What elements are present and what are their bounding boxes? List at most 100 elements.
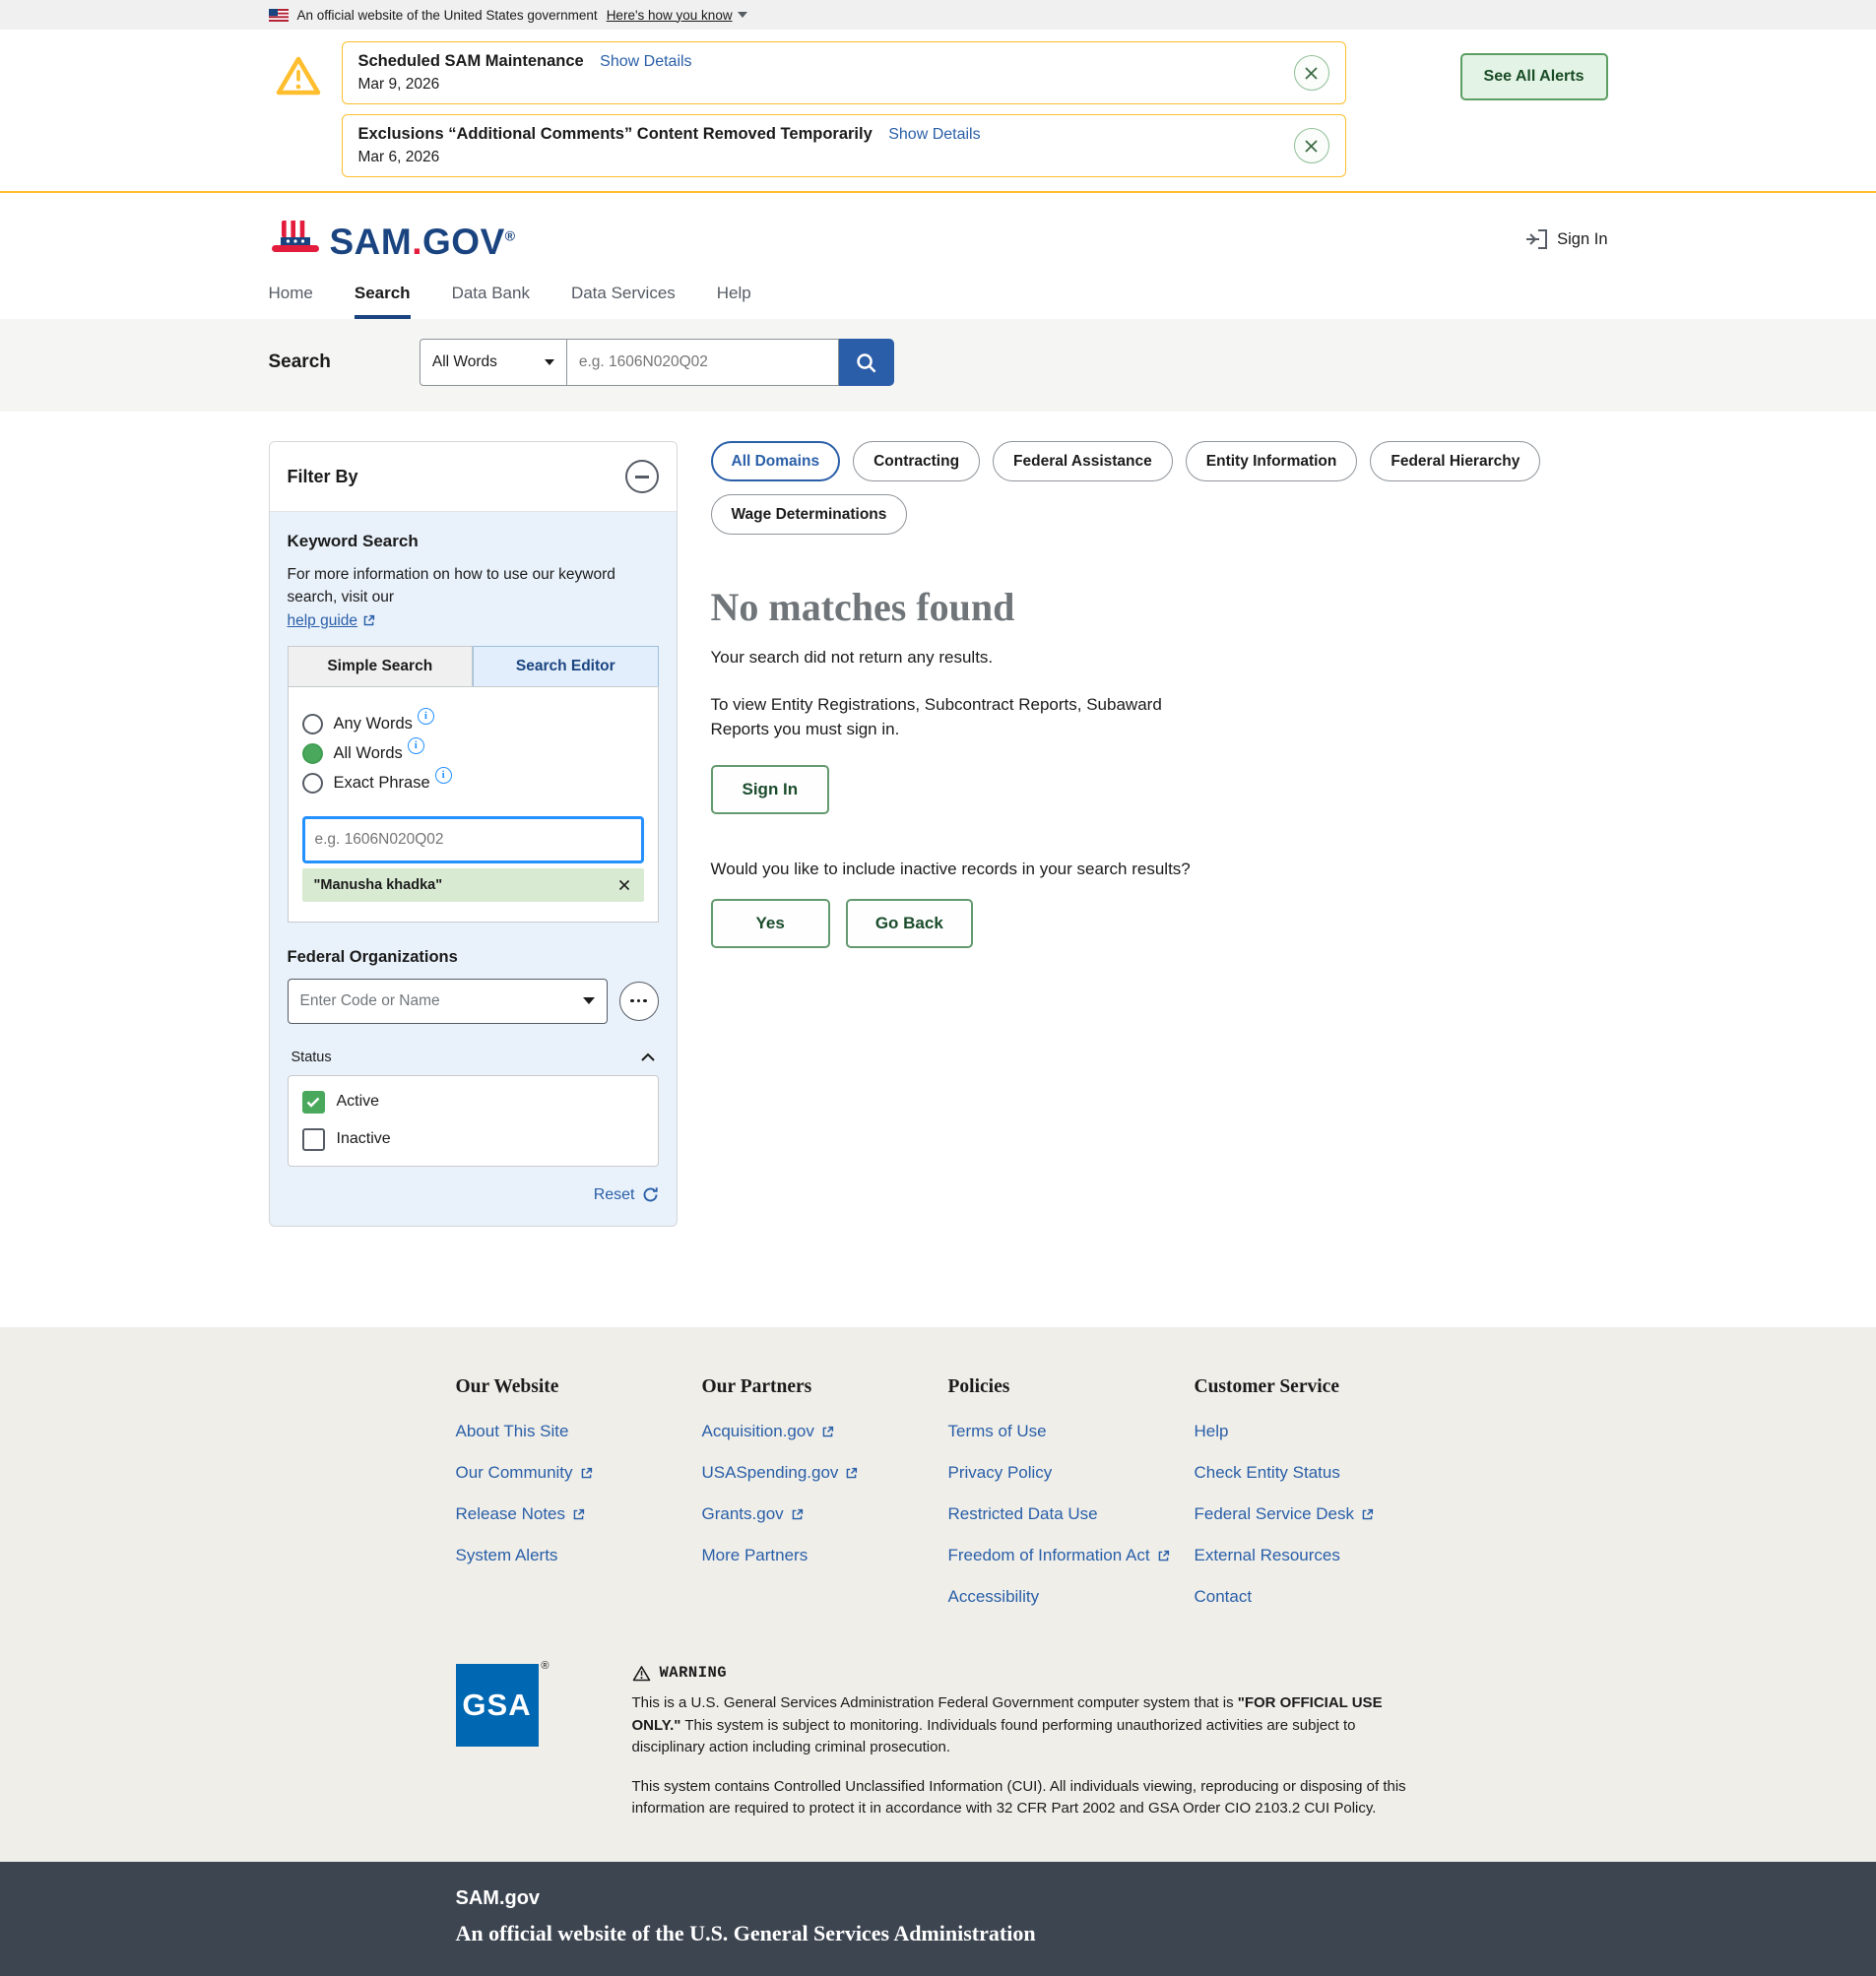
pill-federal-hierarchy[interactable]: Federal Hierarchy — [1370, 441, 1540, 481]
footer-link-release-notes[interactable]: Release Notes — [456, 1504, 702, 1524]
nav-item-data-services[interactable]: Data Services — [571, 284, 676, 319]
main-content: Filter By Keyword Search For more inform… — [269, 412, 1608, 1327]
chevron-down-icon — [583, 997, 595, 1004]
show-details-link[interactable]: Show Details — [888, 126, 980, 143]
sign-in-icon — [1524, 228, 1548, 250]
yes-button[interactable]: Yes — [711, 899, 830, 948]
help-guide-label: help guide — [288, 612, 358, 630]
checkbox-active-label: Active — [337, 1093, 380, 1111]
footer-link-grants-gov[interactable]: Grants.gov — [702, 1504, 948, 1524]
alert-content: Exclusions “Additional Comments” Content… — [358, 125, 981, 166]
alert-title: Exclusions “Additional Comments” Content… — [358, 125, 873, 143]
sam-gov-logo[interactable]: SAM.GOV® — [269, 219, 516, 260]
alert-date: Mar 9, 2026 — [358, 76, 692, 94]
radio-exact-phrase[interactable] — [302, 773, 323, 794]
info-icon[interactable] — [408, 737, 424, 754]
status-accordion-header[interactable]: Status — [288, 1044, 659, 1075]
external-link-icon — [1361, 1508, 1374, 1521]
tab-simple-search[interactable]: Simple Search — [288, 646, 474, 686]
footer-link-our-community[interactable]: Our Community — [456, 1463, 702, 1483]
logo-wordmark: SAM.GOV® — [330, 223, 516, 260]
nav-item-data-bank[interactable]: Data Bank — [452, 284, 530, 319]
pill-federal-assistance[interactable]: Federal Assistance — [993, 441, 1173, 481]
close-icon — [618, 879, 630, 891]
warning-paragraph-1: This is a U.S. General Services Administ… — [632, 1692, 1410, 1759]
keyword-search-input[interactable] — [302, 816, 644, 863]
gsa-registered-mark: ® — [541, 1660, 550, 1672]
gsa-logo: GSA ® — [456, 1664, 539, 1747]
search-band-label: Search — [269, 351, 331, 373]
footer-link-check-entity-status[interactable]: Check Entity Status — [1195, 1463, 1441, 1483]
alert-date: Mar 6, 2026 — [358, 149, 981, 166]
no-results-text: Your search did not return any results. — [711, 648, 1608, 668]
pill-contracting[interactable]: Contracting — [853, 441, 980, 481]
nav-item-home[interactable]: Home — [269, 284, 313, 319]
organizations-more-button[interactable] — [619, 982, 659, 1021]
keyword-info-text: For more information on how to use our k… — [288, 563, 659, 609]
pill-wage-determinations[interactable]: Wage Determinations — [711, 494, 908, 535]
external-link-icon — [791, 1508, 804, 1521]
external-link-icon — [1157, 1550, 1170, 1562]
alert-close-button[interactable] — [1294, 128, 1329, 163]
federal-organizations-select[interactable]: Enter Code or Name — [288, 979, 608, 1024]
see-all-alerts-button[interactable]: See All Alerts — [1460, 53, 1608, 100]
pill-all-domains[interactable]: All Domains — [711, 441, 841, 481]
info-icon[interactable] — [435, 767, 452, 784]
filter-panel: Filter By Keyword Search For more inform… — [269, 441, 678, 1227]
help-guide-link[interactable]: help guide — [288, 612, 376, 630]
go-back-button[interactable]: Go Back — [846, 899, 973, 948]
alert-close-button[interactable] — [1294, 55, 1329, 91]
checkbox-inactive-label: Inactive — [337, 1130, 391, 1148]
chevron-down-icon — [545, 359, 554, 365]
search-submit-button[interactable] — [839, 339, 894, 386]
chip-remove-button[interactable] — [616, 877, 632, 893]
collapse-filters-button[interactable] — [625, 460, 659, 493]
reset-filters-link[interactable]: Reset — [594, 1186, 635, 1204]
results-sign-in-button[interactable]: Sign In — [711, 765, 830, 814]
footer-link-foia[interactable]: Freedom of Information Act — [948, 1546, 1195, 1565]
footer-link-restricted-data-use[interactable]: Restricted Data Use — [948, 1504, 1195, 1524]
info-icon[interactable] — [418, 708, 434, 725]
radio-any-words[interactable] — [302, 714, 323, 734]
show-details-link[interactable]: Show Details — [600, 53, 691, 70]
close-icon — [1304, 139, 1319, 154]
keyword-chip: "Manusha khadka" — [302, 868, 644, 902]
checkbox-inactive[interactable] — [302, 1128, 325, 1151]
how-you-know-link[interactable]: Here's how you know — [607, 8, 747, 23]
identifier-tagline: An official website of the U.S. General … — [456, 1921, 1608, 1946]
alert-title: Scheduled SAM Maintenance — [358, 52, 584, 70]
footer-link-about-this-site[interactable]: About This Site — [456, 1422, 702, 1441]
site-header: SAM.GOV® Sign In — [0, 193, 1876, 268]
footer-link-acquisition-gov[interactable]: Acquisition.gov — [702, 1422, 948, 1441]
footer-link-help[interactable]: Help — [1195, 1422, 1441, 1441]
check-icon — [306, 1097, 320, 1108]
checkbox-active[interactable] — [302, 1091, 325, 1114]
tab-search-editor[interactable]: Search Editor — [473, 646, 659, 686]
radio-all-words[interactable] — [302, 743, 323, 764]
nav-item-search[interactable]: Search — [355, 284, 411, 319]
global-search-input[interactable] — [567, 339, 839, 386]
footer-link-terms-of-use[interactable]: Terms of Use — [948, 1422, 1195, 1441]
footer-link-usaspending-gov[interactable]: USASpending.gov — [702, 1463, 948, 1483]
footer-link-privacy-policy[interactable]: Privacy Policy — [948, 1463, 1195, 1483]
footer-link-contact[interactable]: Contact — [1195, 1587, 1441, 1607]
alert-banner: Scheduled SAM Maintenance Show Details M… — [342, 41, 1346, 104]
footer-column-policies: Policies Terms of Use Privacy Policy Res… — [948, 1376, 1195, 1628]
identifier-footer: SAM.gov An official website of the U.S. … — [0, 1862, 1876, 1976]
search-results: All Domains Contracting Federal Assistan… — [711, 441, 1608, 948]
search-icon — [855, 351, 877, 374]
footer-link-more-partners[interactable]: More Partners — [702, 1546, 948, 1565]
footer-link-federal-service-desk[interactable]: Federal Service Desk — [1195, 1504, 1441, 1524]
footer-link-accessibility[interactable]: Accessibility — [948, 1587, 1195, 1607]
search-band: Search All Words — [0, 319, 1876, 412]
footer-column-title: Our Partners — [702, 1376, 948, 1398]
keyword-chip-label: "Manusha khadka" — [314, 877, 443, 893]
radio-all-words-label: All Words — [334, 744, 403, 763]
pill-entity-information[interactable]: Entity Information — [1186, 441, 1358, 481]
header-sign-in-link[interactable]: Sign In — [1524, 228, 1607, 250]
footer-link-external-resources[interactable]: External Resources — [1195, 1546, 1441, 1565]
search-mode-select[interactable]: All Words — [420, 339, 567, 386]
nav-item-help[interactable]: Help — [717, 284, 751, 319]
footer-link-system-alerts[interactable]: System Alerts — [456, 1546, 702, 1565]
no-matches-heading: No matches found — [711, 584, 1608, 630]
